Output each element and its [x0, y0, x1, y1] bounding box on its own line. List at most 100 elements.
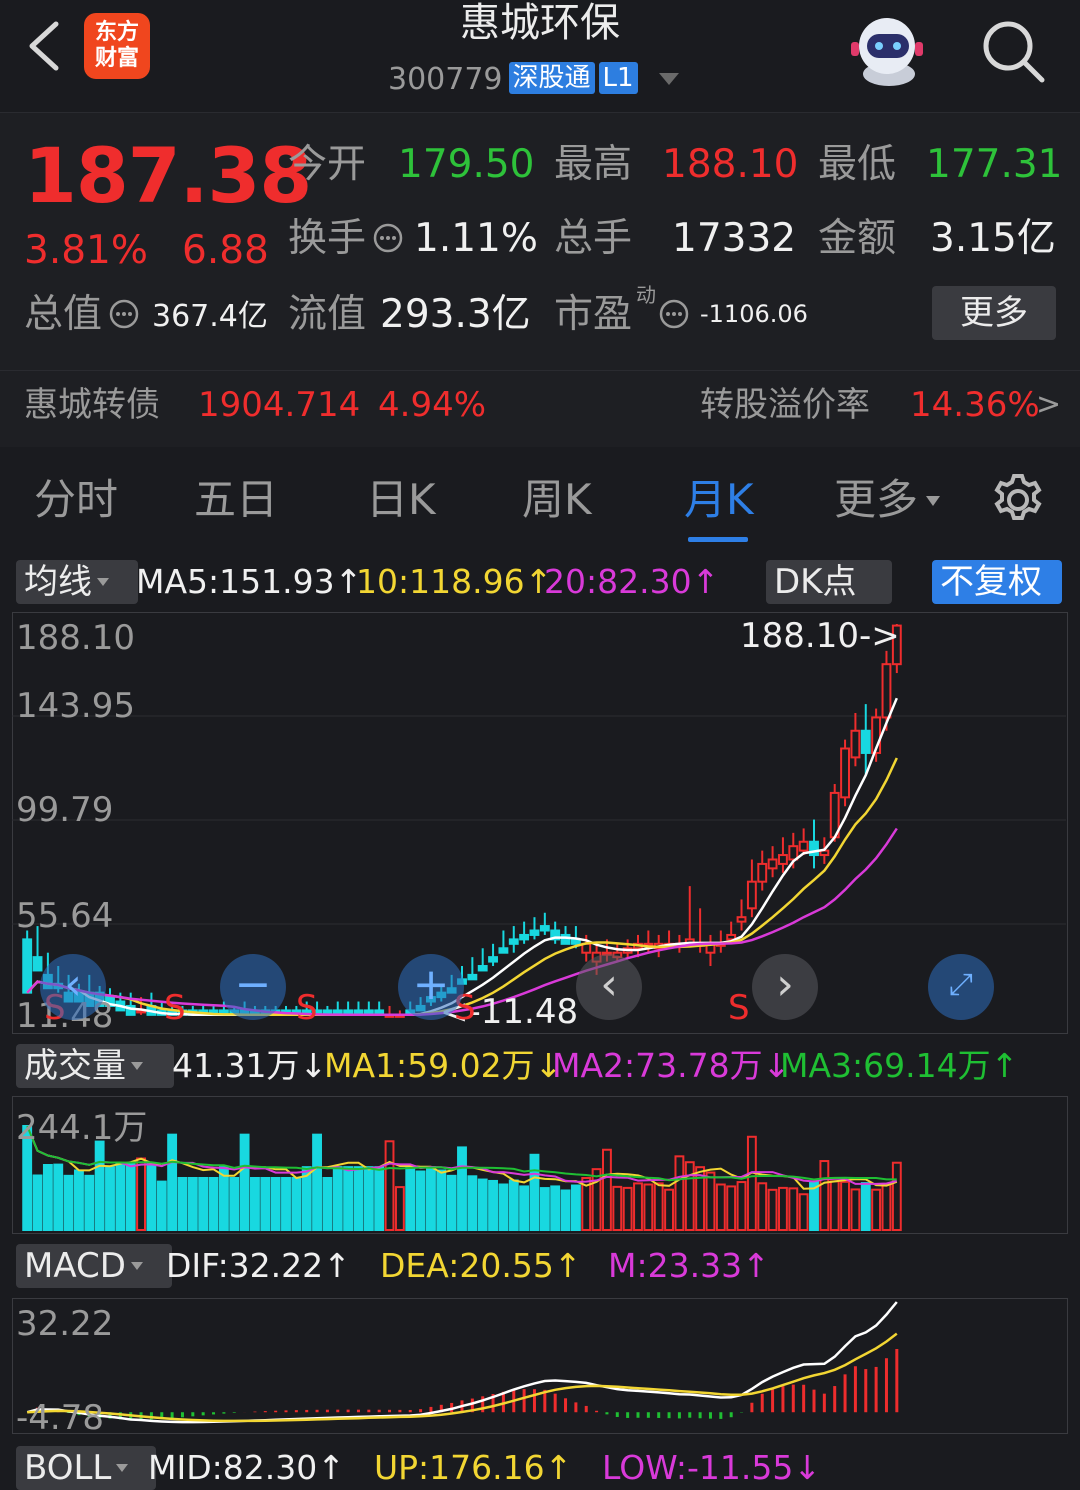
volume-bar [891, 1161, 902, 1231]
volume-ma2: MA2:73.78万↓ [552, 1046, 791, 1085]
stock-code: 300779 [388, 62, 503, 97]
volume-bar [850, 1188, 861, 1232]
volume-indicator-select[interactable]: 成交量 [16, 1044, 174, 1088]
volume-bar [156, 1180, 167, 1232]
assistant-button[interactable] [845, 8, 927, 90]
sell-signal: S [728, 988, 750, 1028]
gear-icon [994, 474, 1042, 520]
volume-bar [312, 1133, 322, 1232]
volume-bar [508, 1179, 519, 1231]
minus-icon: − [234, 959, 272, 1010]
scroll-left-button[interactable]: ‹ [40, 954, 106, 1020]
volume-bar [467, 1175, 478, 1231]
volume-bar [239, 1133, 250, 1232]
volume-bar [726, 1185, 737, 1231]
volume-bar [829, 1180, 840, 1231]
tab-five-day[interactable]: 五日 [194, 470, 278, 530]
volume-bar [281, 1177, 291, 1231]
more-button[interactable]: 更多 [932, 286, 1056, 340]
tab-daily-k[interactable]: 日K [366, 470, 436, 530]
volume-bar [819, 1160, 830, 1231]
search-button[interactable] [978, 16, 1048, 86]
volume-bar [778, 1186, 788, 1231]
connect-tag: 深股通 [508, 62, 595, 94]
volume-bar [187, 1177, 198, 1231]
market-cap-info-icon[interactable] [108, 298, 140, 334]
sell-signal: S [296, 988, 318, 1028]
axis-label-2: 143.95 [16, 686, 135, 726]
volume-bar [42, 1164, 53, 1231]
volume-bar [322, 1177, 333, 1231]
adjust-price-button[interactable]: 不复权 [932, 560, 1062, 604]
ma10-value: 10:118.96↑ [356, 562, 553, 601]
search-icon [983, 21, 1045, 83]
candle [488, 943, 498, 967]
candle [778, 837, 788, 873]
pe-info-icon[interactable] [658, 298, 690, 334]
dropdown-triangle-icon [926, 496, 941, 506]
volume-bar [767, 1188, 778, 1232]
settings-button[interactable] [990, 472, 1046, 532]
volume-bar [53, 1163, 64, 1231]
change-amount: 6.88 [182, 228, 269, 273]
change-percent: 3.81% [24, 228, 148, 273]
robot-avatar-icon [851, 18, 923, 86]
candle [374, 1001, 385, 1016]
volume-bar [94, 1140, 105, 1231]
dk-point-select[interactable]: DK点 [766, 560, 892, 604]
volume-bar [426, 1166, 436, 1231]
dropdown-triangle-icon [97, 578, 109, 586]
premium-arrow[interactable]: > [1036, 380, 1061, 430]
volume-bar [633, 1182, 643, 1231]
boll-mid: MID:82.30↑ [148, 1448, 345, 1487]
boll-indicator-select[interactable]: BOLL [16, 1446, 156, 1490]
volume-bar [177, 1177, 188, 1231]
macd-axis-bottom: -4.78 [16, 1398, 104, 1438]
axis-label-4: 55.64 [16, 896, 114, 936]
candle [22, 930, 33, 994]
turnover-info-icon[interactable] [372, 222, 404, 258]
candle [343, 1001, 354, 1016]
divider [0, 370, 1080, 371]
prev-button[interactable]: ‹ [576, 954, 642, 1020]
tab-intraday[interactable]: 分时 [34, 470, 118, 530]
macd-chart [26, 1301, 899, 1424]
indicator-select-ma[interactable]: 均线 [16, 560, 138, 604]
macd-indicator-select[interactable]: MACD [16, 1244, 172, 1288]
tab-weekly-k[interactable]: 周K [522, 470, 592, 530]
next-button[interactable]: › [752, 954, 818, 1020]
low-label: 最低 [818, 142, 897, 187]
dk-point-label: DK点 [774, 562, 857, 602]
volume-bar [394, 1186, 405, 1231]
candle [332, 1001, 343, 1016]
ma20-value: 20:82.30↑ [544, 562, 720, 601]
candle [529, 917, 540, 940]
active-tab-indicator [688, 537, 748, 542]
low-value: 177.31 [926, 142, 1063, 187]
zoom-out-button[interactable]: − [220, 954, 286, 1020]
zoom-in-button[interactable]: + [398, 954, 464, 1020]
premium-value: 14.36% [910, 385, 1040, 425]
volume-bar [840, 1180, 850, 1232]
macd-indicator-label: MACD [24, 1246, 126, 1286]
volume-bar [612, 1185, 623, 1232]
chevron-right-icon: › [776, 959, 794, 1010]
bond-name[interactable]: 惠城转债 [24, 380, 160, 430]
volume-bar [715, 1183, 726, 1231]
volume-bar [591, 1168, 602, 1231]
turnover-label: 换手 [288, 216, 367, 261]
premium-label[interactable]: 转股溢价率 [700, 380, 870, 430]
volume-bar [788, 1187, 799, 1231]
stock-code-row[interactable]: 300779 深股通 L1 [388, 60, 681, 100]
macd-m: M:23.33↑ [608, 1246, 770, 1285]
tab-monthly-k[interactable]: 月K [684, 470, 754, 530]
volume-bar [602, 1148, 612, 1232]
fullscreen-button[interactable]: ⤢ [928, 954, 994, 1020]
tab-more[interactable]: 更多 [834, 470, 942, 530]
amount-label: 金额 [818, 216, 897, 261]
volume-bar [560, 1189, 571, 1231]
volume-bar [343, 1166, 354, 1231]
boll-low: LOW:-11.55↓ [602, 1448, 822, 1487]
volume-bar [84, 1174, 95, 1232]
open-label: 今开 [288, 142, 367, 187]
